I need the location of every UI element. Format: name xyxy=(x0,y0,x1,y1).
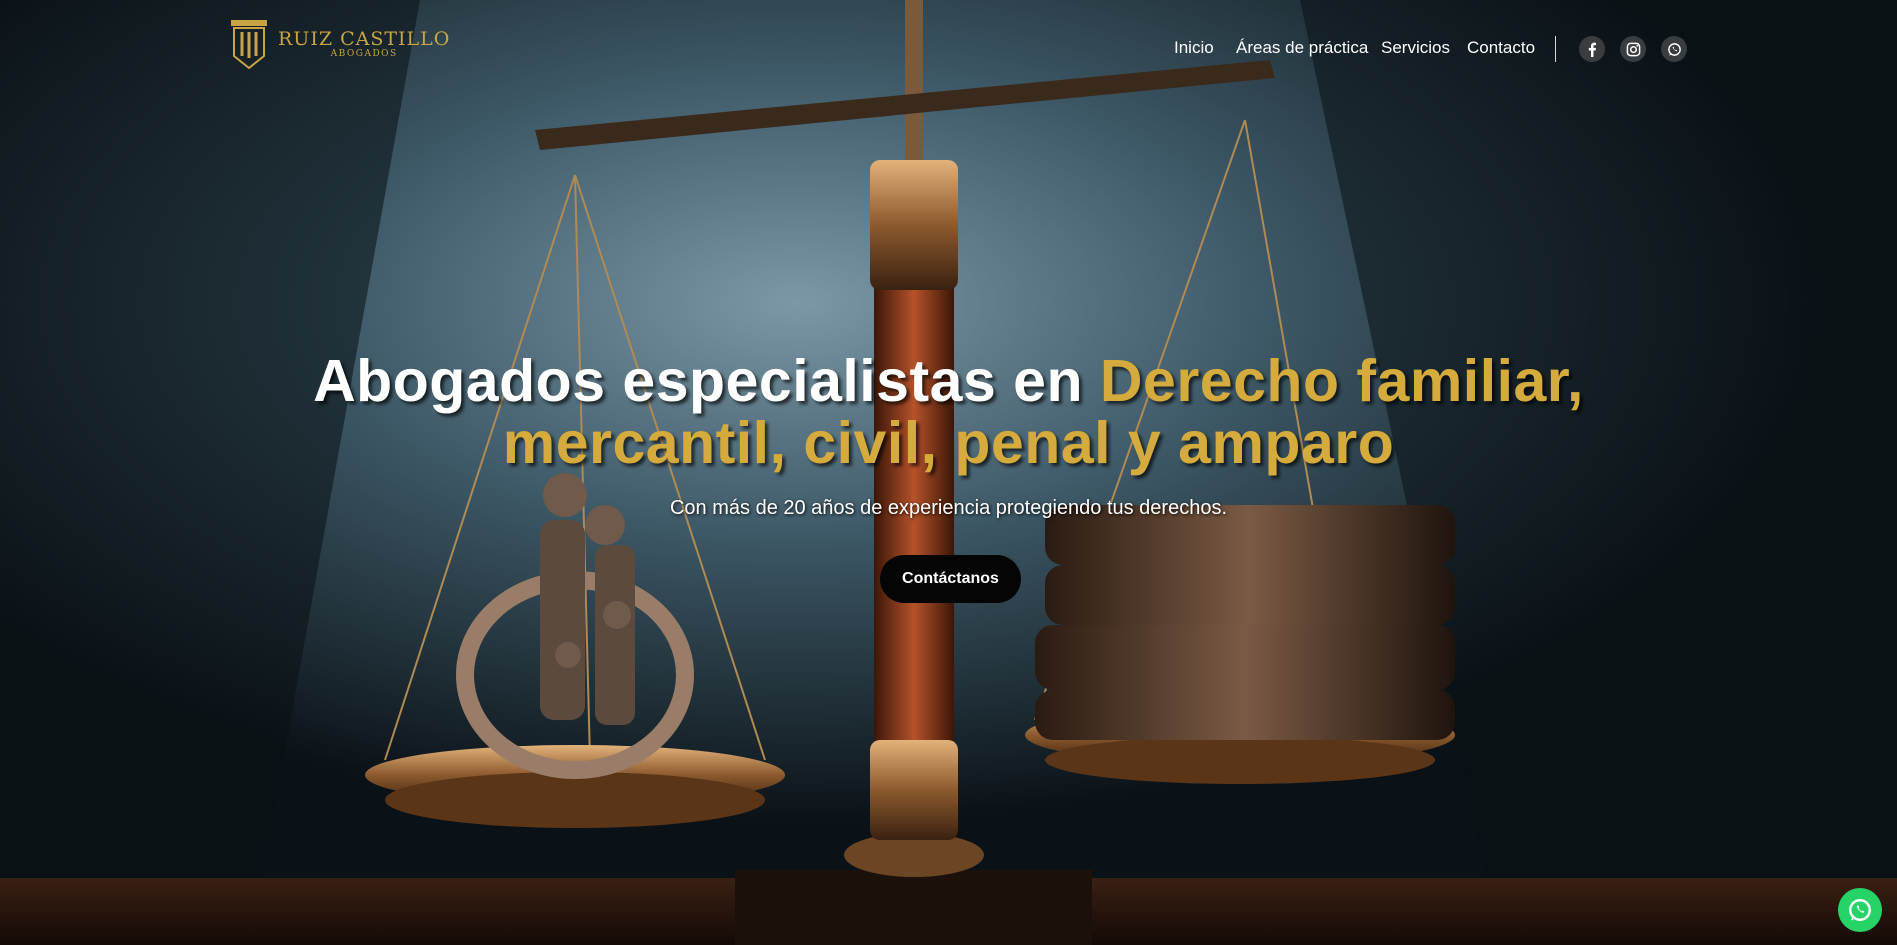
brand-logo[interactable]: RUIZ CASTILLO ABOGADOS xyxy=(228,18,450,70)
whatsapp-icon xyxy=(1849,899,1871,921)
brand-subtitle: ABOGADOS xyxy=(330,49,398,59)
brand-name: RUIZ CASTILLO xyxy=(278,28,451,50)
nav-item-contacto[interactable]: Contacto xyxy=(1467,38,1535,58)
nav-divider xyxy=(1555,36,1556,62)
headline-gold-part-2: mercantil, civil, penal y amparo xyxy=(502,410,1395,476)
instagram-icon xyxy=(1626,42,1640,56)
instagram-button[interactable] xyxy=(1620,36,1646,62)
pillar-logo-icon xyxy=(231,20,267,70)
facebook-icon xyxy=(1588,42,1596,57)
contact-cta-button[interactable]: Contáctanos xyxy=(880,555,1021,603)
nav-item-inicio[interactable]: Inicio xyxy=(1174,38,1214,58)
hero-subtitle: Con más de 20 años de experiencia proteg… xyxy=(669,497,1228,519)
whatsapp-icon xyxy=(1667,42,1681,56)
hero-headline: Abogados especialistas en Derecho famili… xyxy=(0,350,1897,474)
whatsapp-button[interactable] xyxy=(1661,36,1687,62)
headline-white-part: Abogados especialistas en xyxy=(313,348,1100,414)
floating-whatsapp-button[interactable] xyxy=(1838,888,1882,932)
facebook-button[interactable] xyxy=(1579,36,1605,62)
nav-item-servicios[interactable]: Servicios xyxy=(1381,38,1450,58)
nav-item-areas-de-practica[interactable]: Áreas de práctica xyxy=(1236,38,1368,58)
hero-section: RUIZ CASTILLO ABOGADOS Inicio Áreas de p… xyxy=(0,0,1897,945)
headline-gold-part-1: Derecho familiar, xyxy=(1099,348,1584,414)
